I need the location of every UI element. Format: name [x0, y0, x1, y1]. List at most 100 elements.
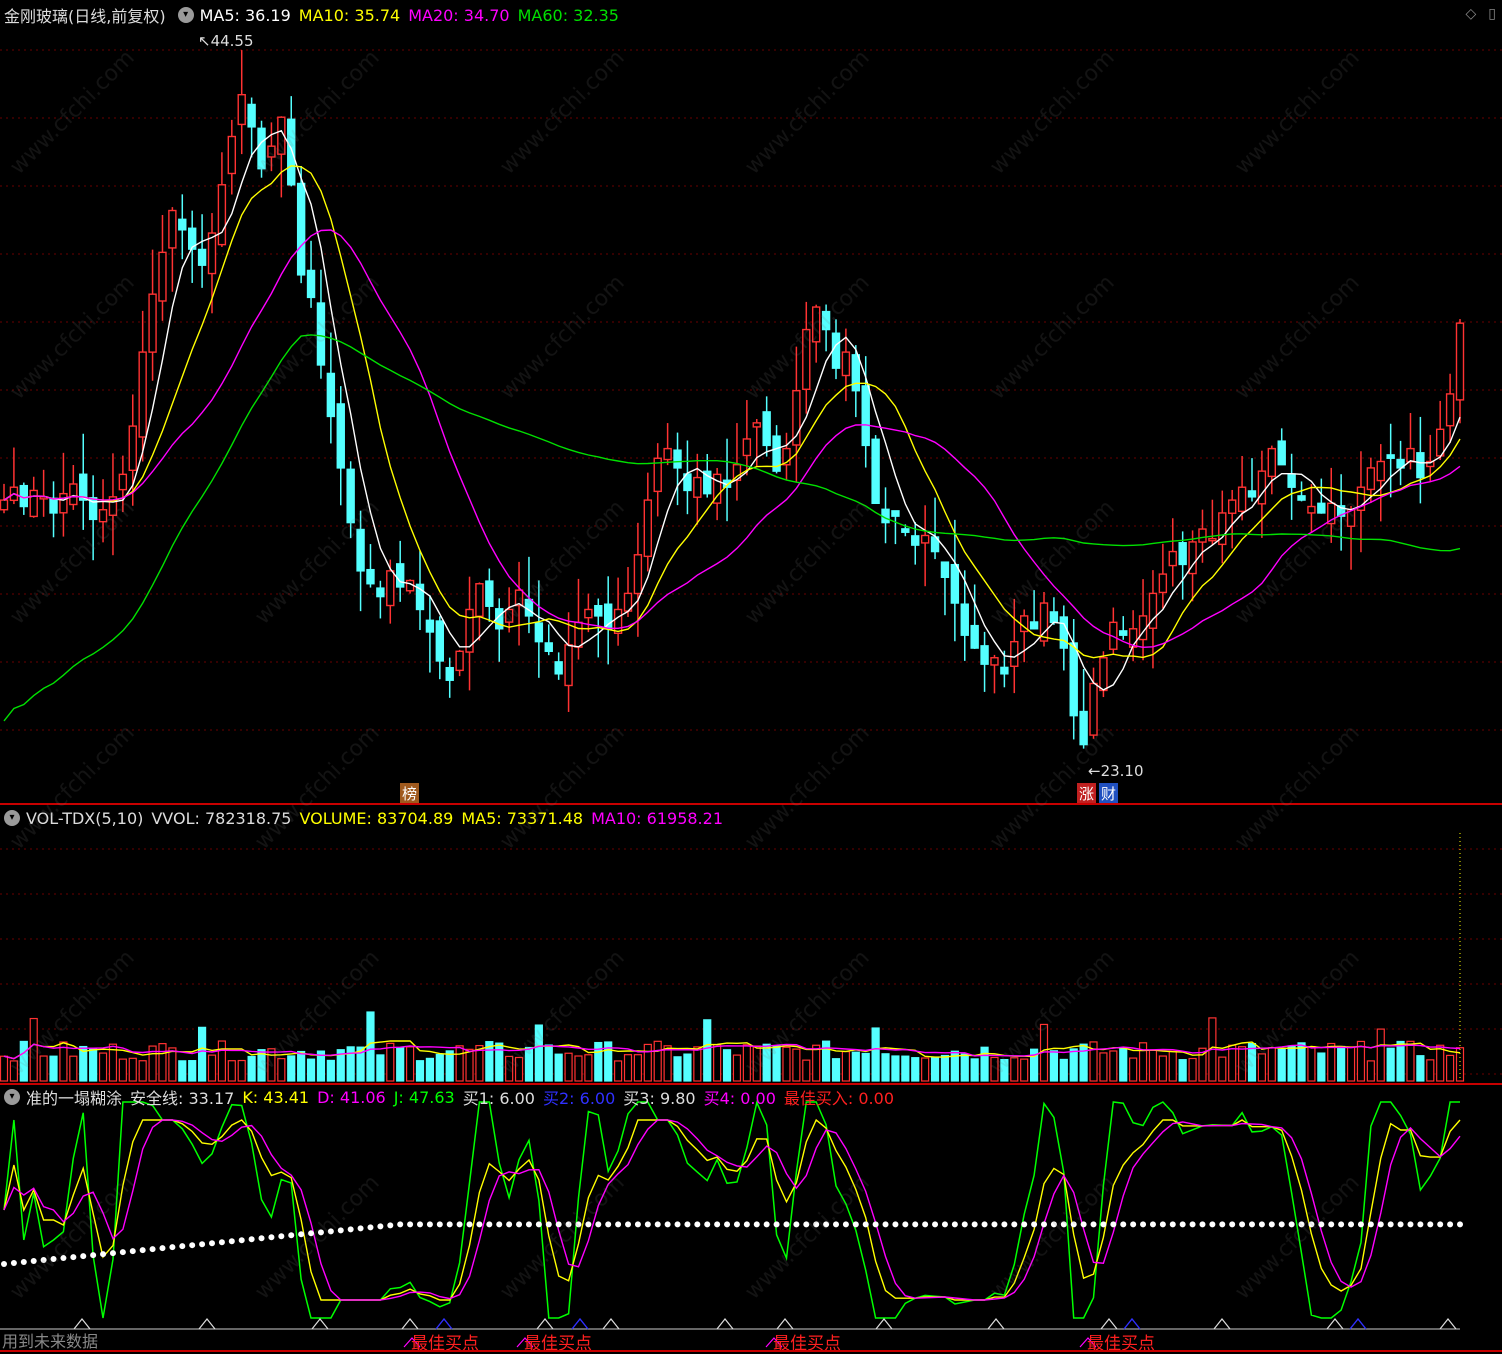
safe-line-dot — [10, 1260, 17, 1267]
volume-bar — [1188, 1057, 1197, 1082]
volume-bar — [1327, 1042, 1336, 1082]
candle-body — [1445, 393, 1455, 427]
candle-body — [217, 184, 227, 246]
safe-line-dot — [684, 1221, 691, 1228]
candle-body — [811, 306, 821, 343]
ma60-line — [3, 334, 1461, 722]
safe-line-dot — [129, 1248, 136, 1255]
safe-line-dot — [367, 1224, 374, 1231]
candle-body — [445, 666, 454, 681]
volume-bar — [802, 1059, 811, 1082]
safe-line-dot — [1229, 1221, 1236, 1228]
volume-menu-icon[interactable]: ▾ — [4, 810, 20, 826]
candle-body — [1079, 710, 1088, 746]
candle-body — [1168, 550, 1177, 567]
finance-badge[interactable]: 财 — [1099, 783, 1119, 804]
volume-bar — [69, 1055, 78, 1082]
volume-bar — [930, 1057, 940, 1082]
volume-bar — [217, 1040, 227, 1082]
safe-line-value: 安全线: 33.17 — [130, 1089, 235, 1108]
safe-line-dot — [1357, 1221, 1364, 1228]
volume-bar — [871, 1027, 880, 1082]
candle-body — [336, 403, 345, 469]
volume-bar — [1228, 1044, 1237, 1082]
price-chart-panel[interactable]: 金刚玻璃(日线,前复权) ▾ MA5: 36.19 MA10: 35.74 MA… — [0, 0, 1502, 804]
buy2-marker-icon — [435, 1317, 453, 1330]
candle-body — [1386, 454, 1395, 459]
volume-bar — [505, 1055, 514, 1082]
candle-body — [584, 608, 593, 619]
ma20-value: MA20: 34.70 — [408, 5, 510, 25]
volume-bar — [9, 1060, 19, 1082]
safe-line-dot — [1298, 1221, 1305, 1228]
volume-bar — [89, 1047, 98, 1082]
volume-bar — [405, 1046, 415, 1082]
candle-body — [435, 620, 445, 662]
volume-bar — [277, 1058, 286, 1082]
safe-line-dot — [872, 1221, 879, 1228]
safe-line-dot — [625, 1221, 631, 1228]
candle-body — [861, 385, 870, 447]
safe-line-dot — [119, 1249, 126, 1256]
volume-bar — [138, 1060, 147, 1082]
candle-body — [316, 302, 326, 366]
volume-bar — [831, 1058, 841, 1082]
volume-bar — [584, 1054, 593, 1082]
buy-marker-icon — [776, 1318, 794, 1330]
safe-line-dot — [456, 1221, 463, 1228]
restore-window-icon[interactable]: ▯ — [1488, 6, 1496, 22]
volume-bar — [1337, 1045, 1346, 1082]
safe-line-dot — [436, 1221, 443, 1228]
volume-bar — [168, 1047, 177, 1082]
buy2-marker-icon — [571, 1317, 589, 1330]
volume-bar — [673, 1056, 682, 1082]
candle-body — [386, 570, 395, 607]
safe-line-dot — [575, 1221, 582, 1228]
safe-line-dot — [476, 1221, 483, 1228]
candle-body — [1247, 490, 1257, 498]
buy2-marker-icon — [1123, 1317, 1141, 1330]
candle-body — [762, 411, 771, 447]
limit-up-badge[interactable]: 涨 — [1077, 783, 1097, 804]
safe-line-dot — [516, 1221, 523, 1228]
volume-bar — [1436, 1044, 1445, 1082]
dragon-tiger-list-badge[interactable]: 榜 — [400, 783, 420, 804]
buy2-marker-icon — [1349, 1317, 1367, 1330]
safe-line-dot — [1427, 1221, 1434, 1228]
indicator-menu-icon[interactable]: ▾ — [177, 7, 194, 23]
volume-bar — [990, 1056, 999, 1082]
volume-bar — [891, 1055, 900, 1082]
safe-line-dot — [30, 1258, 37, 1265]
volume-header: ▾ VOL-TDX(5,10) VVOL: 782318.75 VOLUME: … — [0, 803, 731, 833]
ma60-value: MA60: 32.35 — [517, 5, 619, 25]
candle-body — [980, 645, 989, 665]
volume-bar — [1416, 1055, 1425, 1082]
candle-body — [59, 492, 68, 514]
safe-line-dot — [218, 1239, 225, 1246]
indicator-panel[interactable]: 最佳买点 最佳买点 最佳买点 最佳买点 ▾ 准的一塌糊涂 安全线: 33.17 K: … — [0, 1085, 1502, 1354]
safe-line-dot — [803, 1221, 810, 1228]
candle-body — [1119, 630, 1128, 636]
safe-line-dot — [1080, 1221, 1087, 1228]
high-price-value: 44.55 — [210, 32, 254, 50]
volume-bar — [980, 1046, 989, 1082]
candle-body — [1158, 573, 1168, 594]
safe-line-dot — [248, 1236, 255, 1243]
safe-line-dot — [199, 1241, 206, 1248]
safe-line-dot — [585, 1221, 592, 1228]
volume-bar — [812, 1044, 821, 1082]
candle-body — [871, 438, 880, 505]
candle-body — [237, 93, 246, 126]
candle-body — [168, 209, 177, 249]
indicator-menu-icon[interactable]: ▾ — [4, 1089, 20, 1105]
volume-bar — [415, 1060, 425, 1082]
safe-line-dot — [327, 1228, 334, 1235]
candle-body — [0, 499, 9, 511]
volume-bar — [227, 1060, 236, 1082]
volume-bar — [1406, 1040, 1415, 1082]
safe-line-dot — [565, 1221, 572, 1228]
diamond-icon[interactable]: ◇ — [1466, 6, 1477, 22]
safe-line-dot — [1159, 1221, 1166, 1228]
volume-panel[interactable]: ▾ VOL-TDX(5,10) VVOL: 782318.75 VOLUME: … — [0, 805, 1502, 1083]
volume-bar — [940, 1054, 950, 1082]
